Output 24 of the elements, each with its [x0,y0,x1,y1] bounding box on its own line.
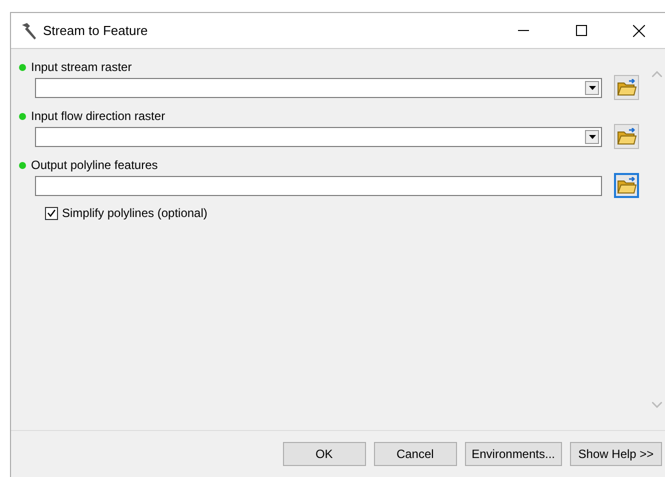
dialog-button[interactable]: OK [282,442,366,466]
browse-button[interactable] [614,173,639,198]
dialog-button[interactable]: Environments... [464,442,562,466]
open-folder-icon [616,128,636,146]
open-folder-icon [616,176,636,194]
minimize-icon[interactable] [518,30,528,31]
open-folder-icon [616,78,636,96]
maximize-icon[interactable] [576,25,586,36]
browse-button[interactable] [614,75,639,100]
dialog-button[interactable]: Show Help >> [570,442,662,466]
parameter-label: Input stream raster [31,60,132,74]
close-icon[interactable] [633,24,645,36]
dropdown-arrow-icon[interactable] [588,86,596,90]
parameter-label: Output polyline features [31,158,158,172]
dropdown-field[interactable] [35,126,602,146]
parameter-label: Input flow direction raster [31,109,166,123]
checkbox-label[interactable]: Simplify polylines (optional) [62,206,208,220]
browse-button[interactable] [614,124,639,149]
checkbox[interactable] [45,206,58,220]
input-field[interactable] [35,176,602,196]
dialog-button[interactable]: Cancel [374,442,457,466]
window-title: Stream to Feature [43,23,149,38]
dropdown-arrow-icon[interactable] [588,134,596,138]
dropdown-field[interactable] [35,78,602,98]
